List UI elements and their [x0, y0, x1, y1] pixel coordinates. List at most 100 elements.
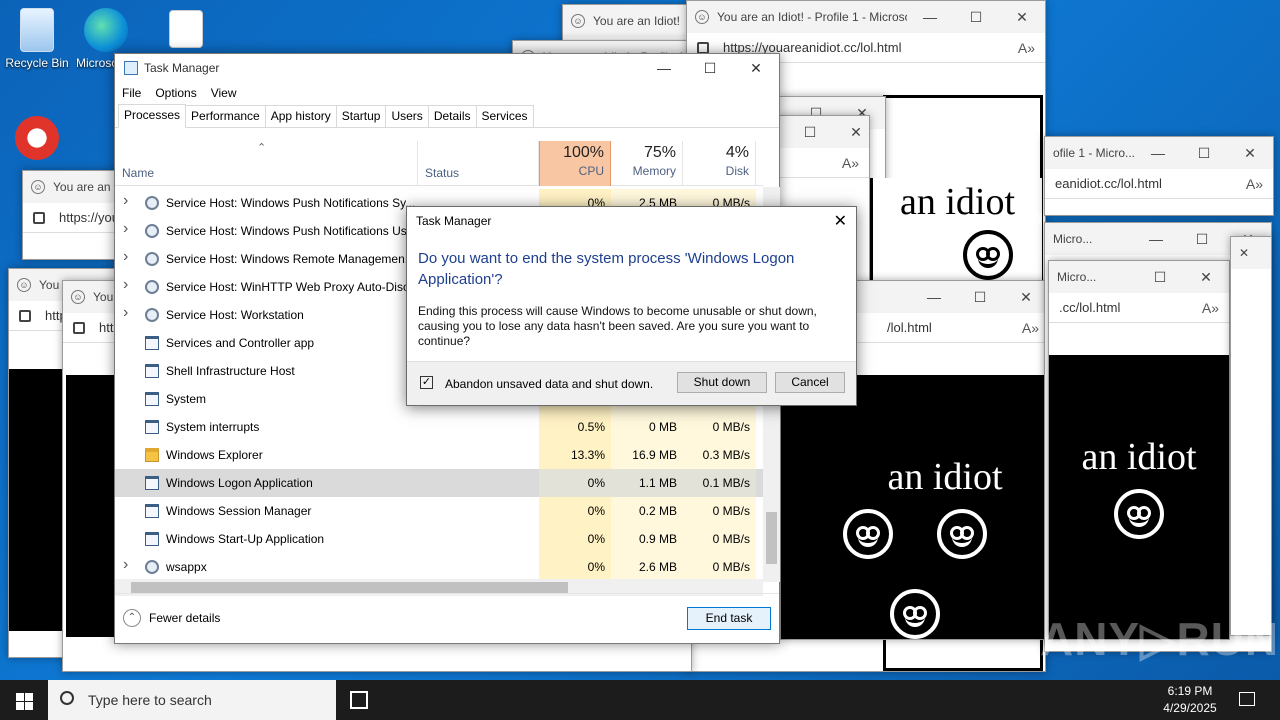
process-cpu-value: 0% — [539, 553, 611, 581]
notification-center-icon[interactable] — [1239, 692, 1255, 706]
tab-processes[interactable]: Processes — [118, 104, 187, 128]
end-task-button[interactable]: End task — [687, 607, 771, 630]
process-name: Service Host: Windows Push Notifications… — [166, 196, 416, 210]
minimize-button[interactable]: — — [911, 289, 957, 306]
process-name: wsappx — [166, 560, 207, 574]
chevron-right-icon[interactable]: › — [123, 304, 128, 322]
chevron-right-icon[interactable]: › — [123, 276, 128, 294]
checkbox-label[interactable]: Abandon unsaved data and shut down. — [445, 377, 653, 391]
read-aloud-icon[interactable]: A» — [1202, 300, 1219, 316]
menu-view[interactable]: View — [211, 86, 237, 100]
process-mem-value: 0.9 MB — [611, 525, 683, 553]
page-heading: an idiot — [899, 181, 1016, 223]
process-name: Services and Controller app — [166, 336, 315, 350]
process-name: Shell Infrastructure Host — [166, 364, 295, 378]
chevron-right-icon[interactable]: › — [123, 192, 128, 210]
search-icon — [60, 691, 74, 705]
process-name: Service Host: Windows Remote Managemen..… — [166, 252, 415, 266]
maximize-button[interactable]: ☐ — [1181, 145, 1227, 162]
task-manager-titlebar[interactable]: Task Manager — ☐ ✕ — [115, 54, 779, 82]
close-button[interactable]: ✕ — [1227, 145, 1273, 162]
tab-services[interactable]: Services — [475, 105, 534, 127]
process-row[interactable]: Windows Session Manager 0% 0.2 MB 0 MB/s — [115, 497, 763, 525]
start-button[interactable] — [0, 680, 48, 720]
recycle-bin-icon — [20, 8, 54, 52]
read-aloud-icon[interactable]: A» — [1022, 320, 1039, 336]
app-window-icon — [145, 336, 159, 350]
browser-window[interactable]: ✕ — [1230, 236, 1272, 636]
column-name[interactable]: Name — [115, 141, 418, 186]
tab-startup[interactable]: Startup — [335, 105, 387, 127]
minimize-button[interactable]: — — [907, 9, 953, 26]
close-button[interactable]: ✕ — [1003, 289, 1049, 306]
abandon-data-checkbox[interactable]: ✓ — [420, 376, 433, 389]
dialog-close-button[interactable]: ✕ — [834, 211, 847, 231]
process-row[interactable]: System interrupts 0.5% 0 MB 0 MB/s — [115, 413, 763, 441]
lock-icon — [697, 41, 709, 54]
clock-time: 6:19 PM — [1167, 684, 1213, 698]
shut-down-button[interactable]: Shut down — [677, 372, 767, 393]
desktop-icon-recycle-bin[interactable]: Recycle Bin — [2, 8, 72, 70]
page-heading: an idiot — [1081, 436, 1197, 478]
address-bar[interactable]: .cc/lol.html — [1059, 300, 1202, 315]
read-aloud-icon[interactable]: A» — [1018, 40, 1035, 56]
desktop-icon-ccleaner[interactable] — [12, 116, 62, 164]
tab-app-history[interactable]: App history — [264, 105, 337, 127]
chevron-right-icon[interactable]: › — [123, 248, 128, 266]
chevron-right-icon[interactable]: › — [123, 556, 128, 574]
maximize-button[interactable]: ☐ — [1179, 231, 1225, 248]
tab-users[interactable]: Users — [385, 105, 429, 127]
dialog-question: Do you want to end the system process 'W… — [418, 250, 795, 288]
minimize-button[interactable]: — — [641, 60, 687, 76]
system-clock[interactable]: 6:19 PM 4/29/2025 — [1150, 683, 1230, 717]
minimize-button[interactable]: — — [1135, 145, 1181, 162]
window-title: ofile 1 - Micro... — [1053, 146, 1135, 160]
desktop-icon-file[interactable] — [166, 10, 206, 52]
close-button[interactable]: ✕ — [999, 9, 1045, 26]
maximize-button[interactable]: ☐ — [787, 124, 833, 141]
clock-date: 4/29/2025 — [1163, 701, 1217, 715]
maximize-button[interactable]: ☐ — [957, 289, 1003, 306]
tab-performance[interactable]: Performance — [185, 105, 266, 127]
tab-details[interactable]: Details — [427, 105, 477, 127]
column-cpu[interactable]: 100% CPU — [539, 141, 611, 186]
cancel-button[interactable]: Cancel — [775, 372, 845, 393]
maximize-button[interactable]: ☐ — [1137, 269, 1183, 286]
fewer-details-button[interactable]: ⌃ Fewer details — [123, 609, 220, 627]
menu-options[interactable]: Options — [155, 86, 196, 100]
close-button[interactable]: ✕ — [733, 60, 779, 77]
scrollbar-thumb[interactable] — [131, 582, 568, 593]
column-memory[interactable]: 75% Memory — [611, 141, 683, 186]
column-disk[interactable]: 4% Disk — [683, 141, 756, 186]
task-view-icon[interactable] — [350, 691, 368, 709]
browser-window[interactable]: ofile 1 - Micro... — ☐ ✕ eanidiot.cc/lol.ht… — [1044, 136, 1274, 216]
end-process-dialog[interactable]: Task Manager ✕ Do you want to end the sy… — [406, 206, 857, 406]
minimize-button[interactable]: — — [1133, 231, 1179, 248]
process-name: System interrupts — [166, 420, 260, 434]
taskbar-search-box[interactable]: Type here to search — [48, 680, 336, 720]
read-aloud-icon[interactable]: A» — [1246, 176, 1263, 192]
address-bar[interactable]: eanidiot.cc/lol.html — [1055, 176, 1246, 191]
process-cpu-value: 0% — [539, 469, 611, 497]
scrollbar-thumb[interactable] — [766, 512, 777, 564]
gear-icon — [145, 196, 159, 210]
close-button[interactable]: ✕ — [833, 124, 869, 141]
maximize-button[interactable]: ☐ — [953, 9, 999, 26]
menu-file[interactable]: File — [122, 86, 141, 100]
lock-icon — [33, 211, 45, 224]
process-row[interactable]: Windows Logon Application 0% 1.1 MB 0.1 MB/… — [115, 469, 763, 497]
process-cpu-value: 0% — [539, 525, 611, 553]
maximize-button[interactable]: ☐ — [687, 60, 733, 77]
process-row[interactable]: Windows Start-Up Application 0% 0.9 MB 0 MB… — [115, 525, 763, 553]
process-disk-value: 0.3 MB/s — [683, 441, 756, 469]
read-aloud-icon[interactable]: A» — [842, 155, 859, 171]
browser-window[interactable]: Micro... ☐ ✕ .cc/lol.html A» an idiot — [1048, 260, 1230, 640]
close-button[interactable]: ✕ — [1239, 246, 1271, 260]
process-mem-value: 16.9 MB — [611, 441, 683, 469]
column-status[interactable]: Status — [418, 141, 539, 186]
process-row[interactable]: Windows Explorer 13.3% 16.9 MB 0.3 MB/s — [115, 441, 763, 469]
process-row[interactable]: › wsappx 0% 2.6 MB 0 MB/s — [115, 553, 763, 581]
process-disk-value: 0 MB/s — [683, 553, 756, 581]
close-button[interactable]: ✕ — [1183, 269, 1229, 286]
chevron-right-icon[interactable]: › — [123, 220, 128, 238]
